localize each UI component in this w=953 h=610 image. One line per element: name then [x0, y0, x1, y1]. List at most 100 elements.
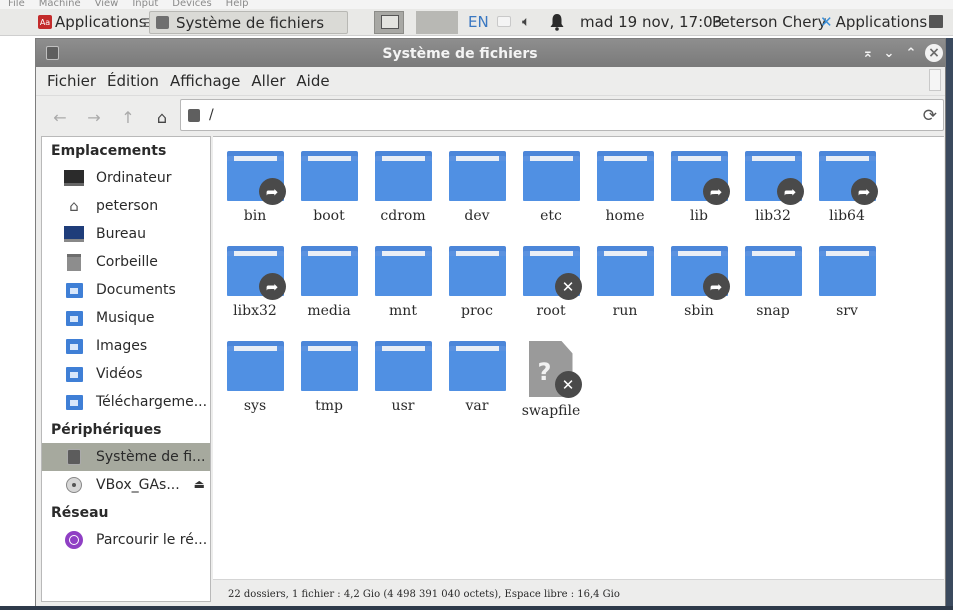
- item-label: snap: [756, 303, 790, 319]
- trash-icon: [64, 253, 84, 271]
- computer-icon: [64, 169, 84, 187]
- window-titlebar[interactable]: Système de fichiers ⌅ ⌄ ⌃ ×: [36, 39, 945, 67]
- file-view: ➦ bin boot cdrom dev etc home ➦ lib ➦ lib32 ➦ lib64 ➦…: [213, 136, 944, 579]
- folder-item[interactable]: etc: [516, 151, 586, 224]
- item-label: bin: [243, 208, 267, 224]
- folder-item[interactable]: usr: [368, 341, 438, 414]
- music-folder-icon: [64, 309, 84, 327]
- keyboard-layout-indicator[interactable]: EN: [468, 13, 489, 31]
- sidebar-item-devices[interactable]: VBox_GAs... ⏏: [42, 471, 210, 499]
- close-button[interactable]: ×: [925, 44, 943, 62]
- folder-item[interactable]: ➦ lib: [664, 151, 734, 224]
- sidebar-item-places[interactable]: Téléchargeme...: [42, 388, 210, 416]
- menu-aller[interactable]: Aller: [251, 72, 285, 90]
- folder-item[interactable]: srv: [812, 246, 882, 319]
- home-icon: ⌂: [69, 197, 79, 215]
- sidebar-item-places[interactable]: Vidéos: [42, 360, 210, 388]
- folder-item[interactable]: ➦ lib64: [812, 151, 882, 224]
- maximize-button[interactable]: ⌃: [901, 43, 921, 63]
- folder-item[interactable]: proc: [442, 246, 512, 319]
- sidebar-item-network[interactable]: Parcourir le ré...: [42, 526, 210, 554]
- menubar-handle[interactable]: [929, 69, 941, 91]
- location-path[interactable]: /: [209, 107, 214, 123]
- item-label: root: [536, 303, 566, 319]
- folder-item[interactable]: mnt: [368, 246, 438, 319]
- folder-item[interactable]: ➦ libx32: [220, 246, 290, 319]
- host-menu-item[interactable]: File: [8, 0, 25, 9]
- menu-edition[interactable]: Édition: [107, 72, 159, 90]
- desktop-background: [946, 38, 953, 610]
- sidebar-item-places[interactable]: Corbeille: [42, 248, 210, 276]
- folder-item[interactable]: var: [442, 341, 512, 414]
- forward-button[interactable]: →: [83, 106, 105, 128]
- host-menu-item[interactable]: Help: [226, 0, 249, 9]
- folder-icon: [374, 341, 432, 391]
- sidebar-item-places[interactable]: ⌂ peterson: [42, 192, 210, 220]
- sidebar-item-label: Images: [96, 338, 148, 354]
- sidebar-item-places[interactable]: Musique: [42, 304, 210, 332]
- menu-affichage[interactable]: Affichage: [170, 72, 240, 90]
- sidebar-item-label: Musique: [96, 310, 155, 326]
- eject-icon[interactable]: ⏏: [194, 477, 205, 491]
- sidebar-item-places[interactable]: Ordinateur: [42, 164, 210, 192]
- sidebar-item-label: Parcourir le ré...: [96, 532, 208, 548]
- sidebar-item-places[interactable]: Documents: [42, 276, 210, 304]
- folder-item[interactable]: cdrom: [368, 151, 438, 224]
- user-menu[interactable]: Peterson Chery: [712, 13, 827, 31]
- back-button[interactable]: ←: [49, 106, 71, 128]
- shade-button[interactable]: ⌅: [858, 43, 878, 63]
- folder-icon: [596, 151, 654, 201]
- up-button[interactable]: ↑: [117, 106, 139, 128]
- workspace-2[interactable]: [416, 11, 458, 34]
- folder-item[interactable]: tmp: [294, 341, 364, 414]
- folder-item[interactable]: boot: [294, 151, 364, 224]
- sidebar-item-places[interactable]: Bureau: [42, 220, 210, 248]
- folder-icon: [300, 151, 358, 201]
- minimize-button[interactable]: ⌄: [879, 43, 899, 63]
- file-item[interactable]: ? ✕ swapfile: [516, 341, 586, 419]
- home-button[interactable]: ⌂: [151, 106, 173, 128]
- sidebar-item-label: Documents: [96, 282, 176, 298]
- volume-icon[interactable]: 🔈︎: [522, 14, 530, 30]
- host-menu-item[interactable]: Input: [132, 0, 158, 9]
- sidebar-item-places[interactable]: Images: [42, 332, 210, 360]
- menu-aide[interactable]: Aide: [296, 72, 329, 90]
- sidebar: Emplacements Ordinateur ⌂ peterson Bureau Cor…: [41, 136, 211, 602]
- host-menu-item[interactable]: Devices: [172, 0, 211, 9]
- folder-item[interactable]: snap: [738, 246, 808, 319]
- item-label: boot: [313, 208, 345, 224]
- folder-item[interactable]: ➦ bin: [220, 151, 290, 224]
- folder-item[interactable]: media: [294, 246, 364, 319]
- workspace-1[interactable]: [374, 11, 404, 34]
- clock[interactable]: mad 19 nov, 17:03: [580, 13, 722, 31]
- folder-item[interactable]: ✕ root: [516, 246, 586, 319]
- folder-item[interactable]: ➦ sbin: [664, 246, 734, 319]
- folder-icon: [226, 341, 284, 391]
- folder-icon: [596, 246, 654, 296]
- sidebar-item-devices[interactable]: Système de fi...: [42, 443, 210, 471]
- applications-menu-button[interactable]: Aa Applications: [38, 13, 147, 31]
- folder-item[interactable]: dev: [442, 151, 512, 224]
- folder-item[interactable]: run: [590, 246, 660, 319]
- applications-menu-button-2[interactable]: ✕ Applications: [820, 13, 927, 31]
- item-label: usr: [391, 398, 415, 414]
- sidebar-item-label: Téléchargeme...: [96, 394, 208, 410]
- folder-icon[interactable]: [929, 15, 943, 28]
- sidebar-item-label: Vidéos: [96, 366, 143, 382]
- folder-item[interactable]: home: [590, 151, 660, 224]
- symlink-badge-icon: ➦: [258, 178, 286, 205]
- desktop-icon: [64, 225, 84, 243]
- folder-item[interactable]: ➦ lib32: [738, 151, 808, 224]
- folder-icon: ➦: [670, 246, 730, 300]
- notification-area-icon[interactable]: [497, 16, 511, 27]
- host-menu-item[interactable]: Machine: [39, 0, 81, 9]
- folder-item[interactable]: sys: [220, 341, 290, 414]
- file-manager-window: Système de fichiers ⌅ ⌄ ⌃ × Fichier Édit…: [35, 38, 946, 610]
- taskbar-window-button[interactable]: Système de fichiers: [149, 11, 348, 34]
- bell-icon[interactable]: [549, 13, 565, 31]
- menu-fichier[interactable]: Fichier: [47, 72, 96, 90]
- reload-icon[interactable]: ⟳: [923, 106, 937, 126]
- folder-icon: ➦: [744, 151, 804, 205]
- host-menu-item[interactable]: View: [95, 0, 119, 9]
- location-bar[interactable]: / ⟳: [180, 99, 944, 131]
